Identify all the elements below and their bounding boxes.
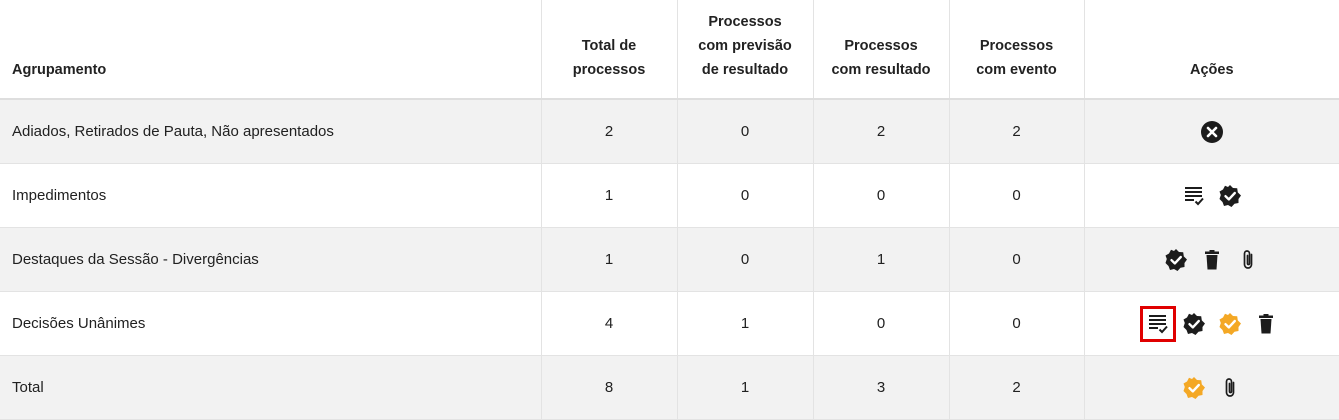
cell-evento: 0 <box>949 163 1085 228</box>
table-row-total: Total 8 1 3 2 <box>0 355 1339 420</box>
cell-acoes <box>1084 291 1339 356</box>
checklist-icon[interactable] <box>1181 183 1207 209</box>
checklist-icon[interactable] <box>1139 305 1176 342</box>
header-evento-line2: com evento <box>976 62 1057 78</box>
header-resultado-line2: com resultado <box>831 62 931 78</box>
cell-agrupamento: Adiados, Retirados de Pauta, Não apresen… <box>0 99 542 164</box>
cell-total: 8 <box>541 355 678 420</box>
table-header-row: Agrupamento Total de processos Processos… <box>0 0 1339 100</box>
cell-previsao: 1 <box>677 291 814 356</box>
verified-badge-icon[interactable] <box>1163 247 1189 273</box>
verified-badge-icon[interactable] <box>1217 183 1243 209</box>
cell-evento: 2 <box>949 355 1085 420</box>
table-row: Impedimentos 1 0 0 0 <box>0 163 1339 228</box>
header-evento-line1: Processos <box>979 38 1054 54</box>
cell-evento: 0 <box>949 227 1085 292</box>
header-previsao-line3: de resultado <box>701 62 789 78</box>
cell-total: 1 <box>541 163 678 228</box>
verified-badge-orange-icon[interactable] <box>1217 311 1243 337</box>
actions-group <box>1091 305 1334 342</box>
paperclip-icon[interactable] <box>1235 247 1261 273</box>
cell-resultado: 2 <box>813 99 950 164</box>
cell-agrupamento: Total <box>0 355 542 420</box>
header-agrupamento: Agrupamento <box>0 0 542 100</box>
header-total-line1: Total de <box>581 38 637 54</box>
cell-previsao: 1 <box>677 355 814 420</box>
actions-group <box>1091 119 1334 145</box>
process-grouping-table: Agrupamento Total de processos Processos… <box>0 0 1339 420</box>
verified-badge-orange-icon[interactable] <box>1181 375 1207 401</box>
actions-group <box>1091 183 1334 209</box>
cell-total: 2 <box>541 99 678 164</box>
header-previsao-line2: com previsão <box>698 38 792 54</box>
cell-resultado: 0 <box>813 291 950 356</box>
trash-icon[interactable] <box>1253 311 1279 337</box>
cell-acoes <box>1084 227 1339 292</box>
cell-evento: 0 <box>949 291 1085 356</box>
cancel-circle-icon[interactable] <box>1199 119 1225 145</box>
header-resultado-line1: Processos <box>844 38 918 54</box>
paperclip-icon[interactable] <box>1217 375 1243 401</box>
cell-acoes <box>1084 99 1339 164</box>
header-com-evento: Processos com evento <box>949 0 1085 100</box>
cell-resultado: 1 <box>813 227 950 292</box>
actions-group <box>1091 375 1334 401</box>
cell-total: 1 <box>541 227 678 292</box>
header-total-line2: processos <box>572 62 646 78</box>
table-row: Adiados, Retirados de Pauta, Não apresen… <box>0 99 1339 164</box>
header-previsao-resultado: Processos com previsão de resultado <box>677 0 814 100</box>
cell-agrupamento: Destaques da Sessão - Divergências <box>0 227 542 292</box>
header-total-processos: Total de processos <box>541 0 678 100</box>
header-com-resultado: Processos com resultado <box>813 0 950 100</box>
table-row: Decisões Unânimes 4 1 0 0 <box>0 291 1339 356</box>
cell-agrupamento: Impedimentos <box>0 163 542 228</box>
trash-icon[interactable] <box>1199 247 1225 273</box>
cell-total: 4 <box>541 291 678 356</box>
table-row: Destaques da Sessão - Divergências 1 0 1… <box>0 227 1339 292</box>
cell-previsao: 0 <box>677 227 814 292</box>
cell-previsao: 0 <box>677 99 814 164</box>
cell-evento: 2 <box>949 99 1085 164</box>
verified-badge-icon[interactable] <box>1181 311 1207 337</box>
cell-agrupamento: Decisões Unânimes <box>0 291 542 356</box>
cell-resultado: 0 <box>813 163 950 228</box>
cell-acoes <box>1084 163 1339 228</box>
actions-group <box>1091 247 1334 273</box>
header-previsao-line1: Processos <box>708 14 782 30</box>
cell-resultado: 3 <box>813 355 950 420</box>
header-acoes: Ações <box>1084 0 1339 100</box>
cell-previsao: 0 <box>677 163 814 228</box>
cell-acoes <box>1084 355 1339 420</box>
